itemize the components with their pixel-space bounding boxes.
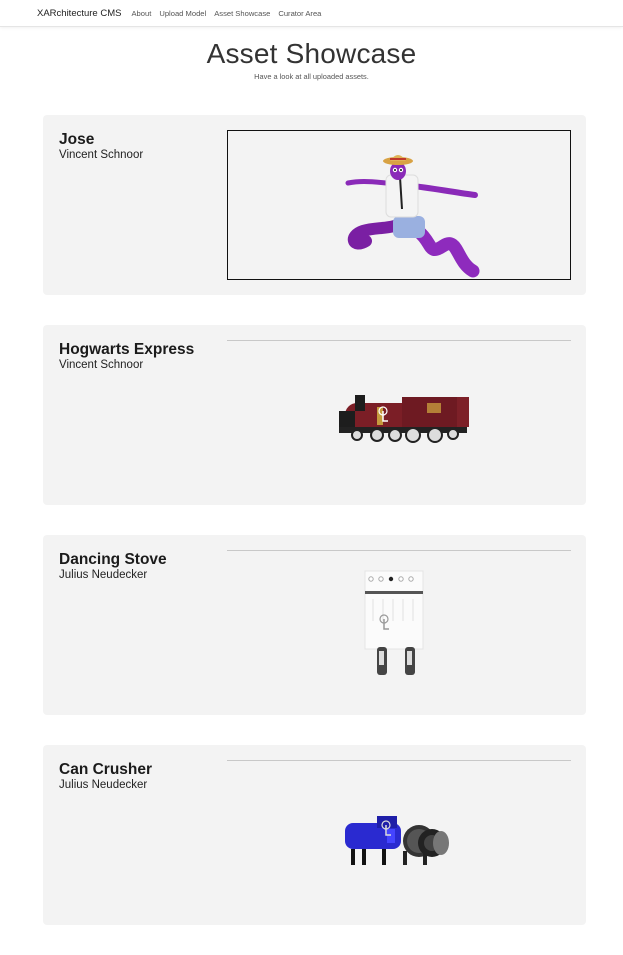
purple-creature-model xyxy=(345,155,480,278)
nav-link-about[interactable]: About xyxy=(131,9,151,18)
asset-author: Julius Neudecker xyxy=(59,569,148,581)
asset-card: Can Crusher Julius Neudecker xyxy=(43,745,586,925)
asset-card: Hogwarts Express Vincent Schnoor xyxy=(43,325,586,505)
asset-author: Julius Neudecker xyxy=(59,779,148,791)
page-title: Asset Showcase xyxy=(206,38,417,69)
asset-author: Vincent Schnoor xyxy=(59,359,144,371)
asset-card: Jose Vincent Schnoor xyxy=(43,115,586,295)
model-viewer[interactable] xyxy=(227,340,571,490)
top-navbar: XARchitecture CMS About Upload Model Ass… xyxy=(0,0,623,27)
steam-locomotive-model xyxy=(339,395,469,443)
asset-card: Dancing Stove Julius Neudecker xyxy=(43,535,586,715)
asset-title: Can Crusher xyxy=(59,761,153,778)
stove-model xyxy=(364,570,424,675)
model-viewer[interactable] xyxy=(227,760,571,910)
nav-link-curator-area[interactable]: Curator Area xyxy=(278,9,321,18)
asset-list: Jose Vincent Schnoor Hogwarts Express Vi… xyxy=(43,115,586,955)
can-crusher-model xyxy=(345,816,449,865)
page-subtitle: Have a look at all uploaded assets. xyxy=(254,72,369,81)
asset-title: Hogwarts Express xyxy=(59,341,195,358)
nav-link-upload-model[interactable]: Upload Model xyxy=(159,9,206,18)
model-viewer[interactable] xyxy=(227,550,571,700)
page-header: Asset Showcase Have a look at all upload… xyxy=(0,27,623,81)
nav-link-asset-showcase[interactable]: Asset Showcase xyxy=(214,9,270,18)
asset-author: Vincent Schnoor xyxy=(59,149,144,161)
asset-title: Dancing Stove xyxy=(59,551,167,568)
brand-link[interactable]: XARchitecture CMS xyxy=(37,8,121,19)
model-viewer[interactable] xyxy=(227,130,571,280)
asset-title: Jose xyxy=(59,131,95,148)
